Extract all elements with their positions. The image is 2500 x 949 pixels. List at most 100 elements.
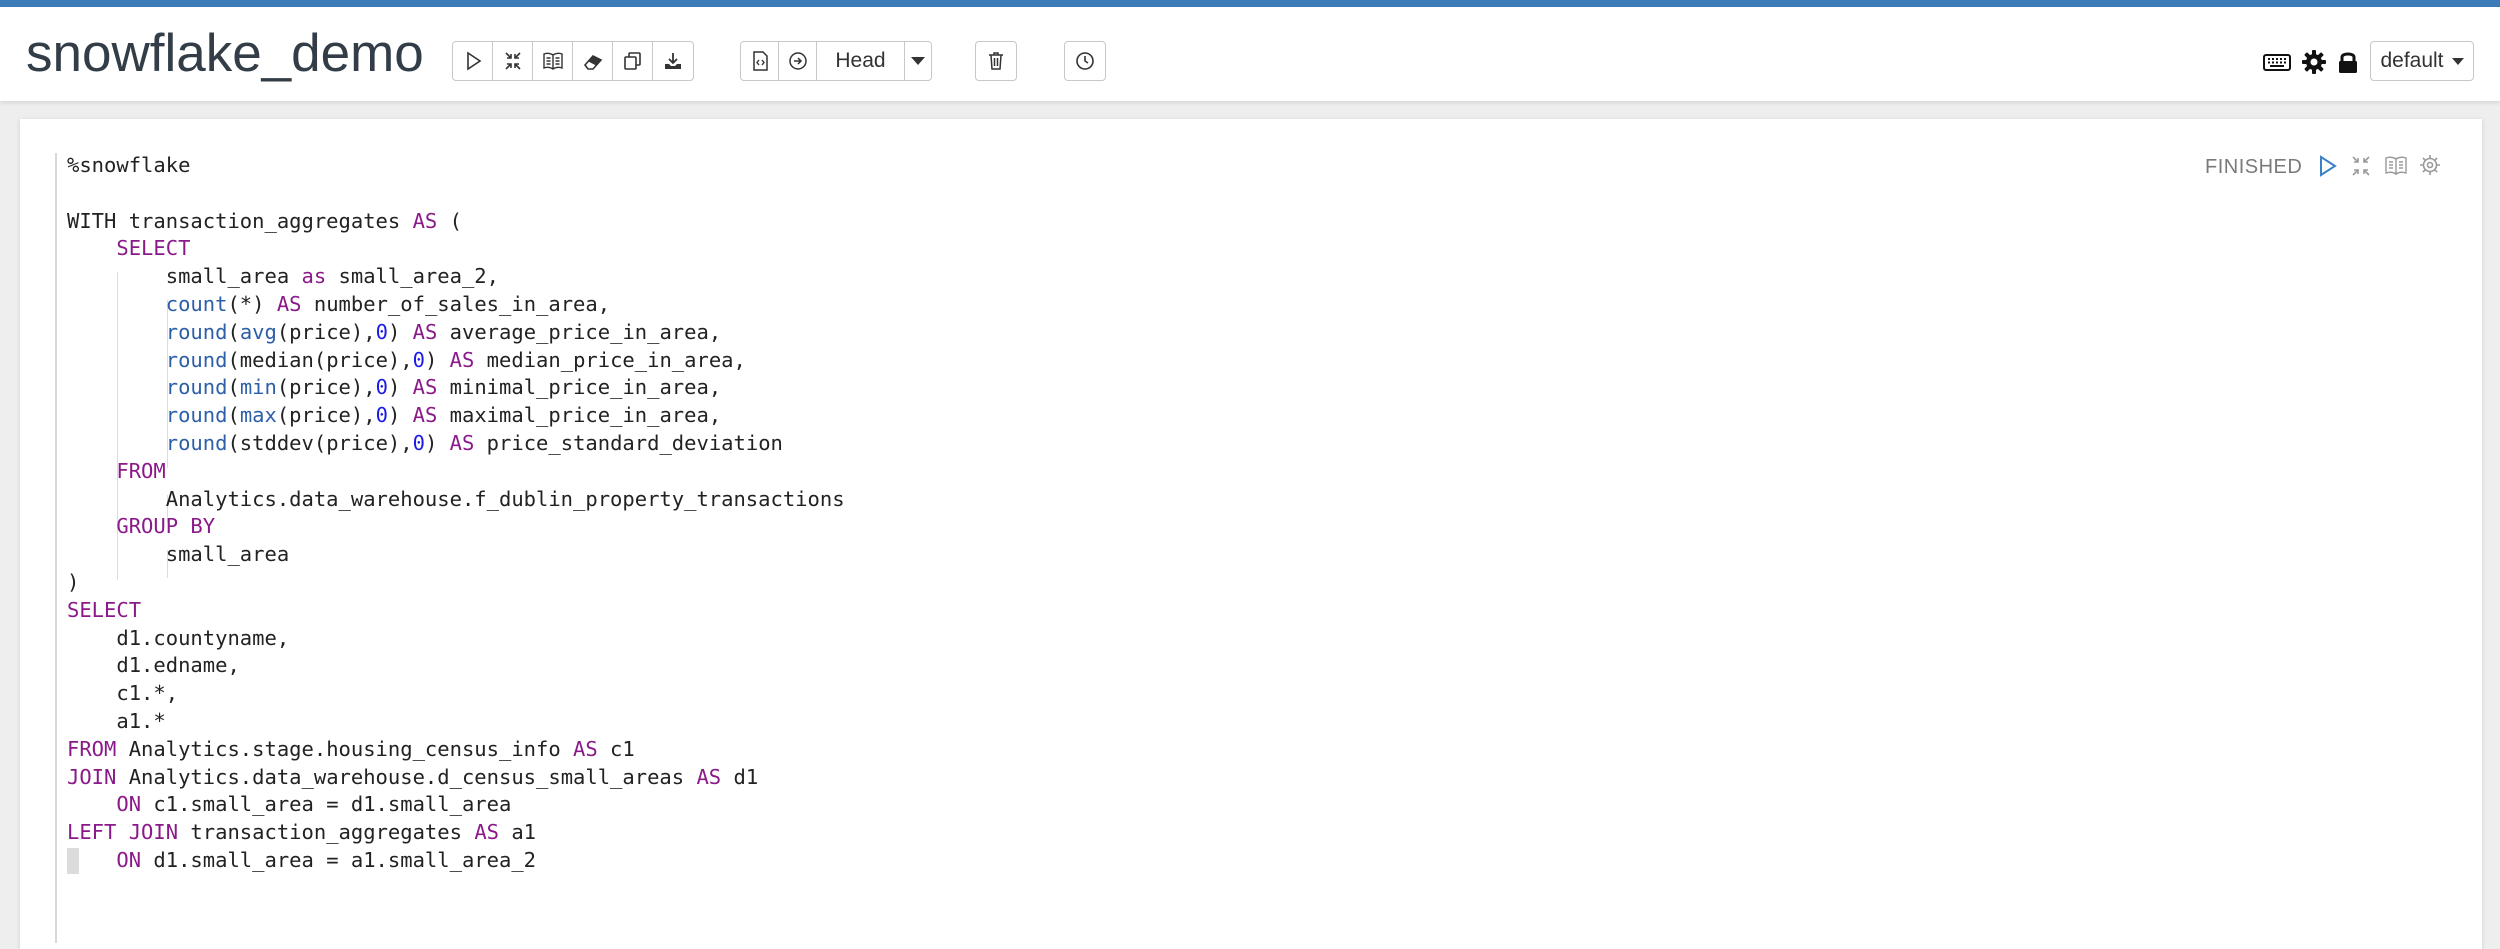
code-token: AS xyxy=(412,375,438,400)
code-token: count xyxy=(165,291,228,316)
trash-icon xyxy=(989,52,1003,70)
code-token: round xyxy=(165,347,228,372)
code-token: ) xyxy=(424,347,450,372)
code-token: ) xyxy=(67,569,80,594)
code-token: (price), xyxy=(276,319,376,344)
code-token: round xyxy=(165,403,228,428)
hide-code-button[interactable] xyxy=(493,42,533,80)
code-token: c1.small_area = d1.small_area xyxy=(141,792,512,817)
code-token: a1 xyxy=(499,820,537,845)
code-token: (stddev(price), xyxy=(227,430,413,455)
commit-button[interactable] xyxy=(779,42,817,80)
clone-icon xyxy=(623,52,641,70)
code-token: ( xyxy=(227,403,240,428)
delete-notebook-button[interactable] xyxy=(976,42,1016,80)
code-token: ) xyxy=(387,319,413,344)
chevron-down-icon xyxy=(2451,57,2464,65)
revision-select[interactable]: Head xyxy=(817,42,905,80)
code-token: minimal_price_in_area, xyxy=(437,375,722,400)
code-token: 0 xyxy=(375,319,388,344)
code-line: LEFT JOIN transaction_aggregates AS a1 xyxy=(67,819,845,847)
clear-output-button[interactable] xyxy=(573,42,613,80)
code-token: ( xyxy=(437,208,462,233)
version-control-button[interactable] xyxy=(741,42,779,80)
code-token: maximal_price_in_area, xyxy=(437,403,722,428)
code-token: ) xyxy=(424,430,450,455)
code-line: SELECT xyxy=(67,597,845,625)
code-token: max xyxy=(239,403,277,428)
code-token: number_of_sales_in_area, xyxy=(301,291,611,316)
version-toolbar: Head xyxy=(740,41,932,81)
code-line: small_area as small_area_2, xyxy=(67,263,845,291)
code-token: (price), xyxy=(276,403,376,428)
code-token: as xyxy=(301,264,327,289)
version-control-icon xyxy=(752,51,768,71)
code-token: small_area xyxy=(67,542,290,567)
code-token: round xyxy=(165,430,228,455)
code-token: 0 xyxy=(412,430,425,455)
code-token: ( xyxy=(227,375,240,400)
code-token: ) xyxy=(387,403,413,428)
code-token: small_area_2, xyxy=(326,264,499,289)
code-line: round(avg(price),0) AS average_price_in_… xyxy=(67,319,845,347)
code-token: %snowflake xyxy=(67,153,191,177)
code-line: ) xyxy=(67,569,845,597)
export-icon xyxy=(665,53,681,69)
code-token: AS xyxy=(449,430,475,455)
code-token: (price), xyxy=(276,375,376,400)
code-token: AS xyxy=(412,403,438,428)
interpreter-settings-button[interactable] xyxy=(2299,47,2329,77)
interpreter-dropdown[interactable]: default xyxy=(2370,41,2474,81)
code-token: c1 xyxy=(597,736,635,761)
notebook-header: snowflake_demo Head default xyxy=(0,7,2500,101)
code-token: FROM xyxy=(67,736,117,761)
code-text[interactable]: %snowflake WITH transaction_aggregates A… xyxy=(67,152,845,875)
lock-icon xyxy=(2339,52,2357,73)
code-token: avg xyxy=(239,319,277,344)
code-token: d1 xyxy=(721,764,759,789)
code-token: d1.small_area = a1.small_area_2 xyxy=(141,847,537,872)
code-token: Analytics.data_warehouse.d_census_small_… xyxy=(116,764,697,789)
shortcuts-button[interactable] xyxy=(2262,47,2292,77)
delete-toolbar xyxy=(975,41,1017,81)
code-token: a1.* xyxy=(67,708,166,733)
code-token: AS xyxy=(449,347,475,372)
run-all-button[interactable] xyxy=(453,42,493,80)
permissions-button[interactable] xyxy=(2333,47,2363,77)
code-token: d1.edname, xyxy=(67,653,240,678)
code-token: AS xyxy=(696,764,722,789)
code-line: round(stddev(price),0) AS price_standard… xyxy=(67,430,845,458)
clone-button[interactable] xyxy=(613,42,653,80)
schedule-button[interactable] xyxy=(1065,42,1105,80)
code-token: AS xyxy=(276,291,302,316)
code-token: average_price_in_area, xyxy=(437,319,722,344)
code-token: ) xyxy=(387,375,413,400)
code-line: %snowflake xyxy=(67,152,845,180)
notebook-title[interactable]: snowflake_demo xyxy=(26,19,424,89)
revision-dropdown-toggle[interactable] xyxy=(905,42,931,80)
settings-icon xyxy=(2302,50,2326,74)
code-token: ON xyxy=(116,792,142,817)
code-token: FROM xyxy=(116,458,166,483)
code-line: d1.edname, xyxy=(67,652,845,680)
show-output-icon xyxy=(542,52,563,70)
code-token: small_area xyxy=(67,264,302,289)
code-token: (*) xyxy=(227,291,277,316)
show-output-button[interactable] xyxy=(533,42,573,80)
export-button[interactable] xyxy=(653,42,693,80)
schedule-icon xyxy=(1076,52,1094,70)
schedule-toolbar xyxy=(1064,41,1106,81)
notebook-actions-toolbar xyxy=(452,41,694,81)
code-token: JOIN xyxy=(67,764,117,789)
code-token: AS xyxy=(412,319,438,344)
code-line: small_area xyxy=(67,541,845,569)
